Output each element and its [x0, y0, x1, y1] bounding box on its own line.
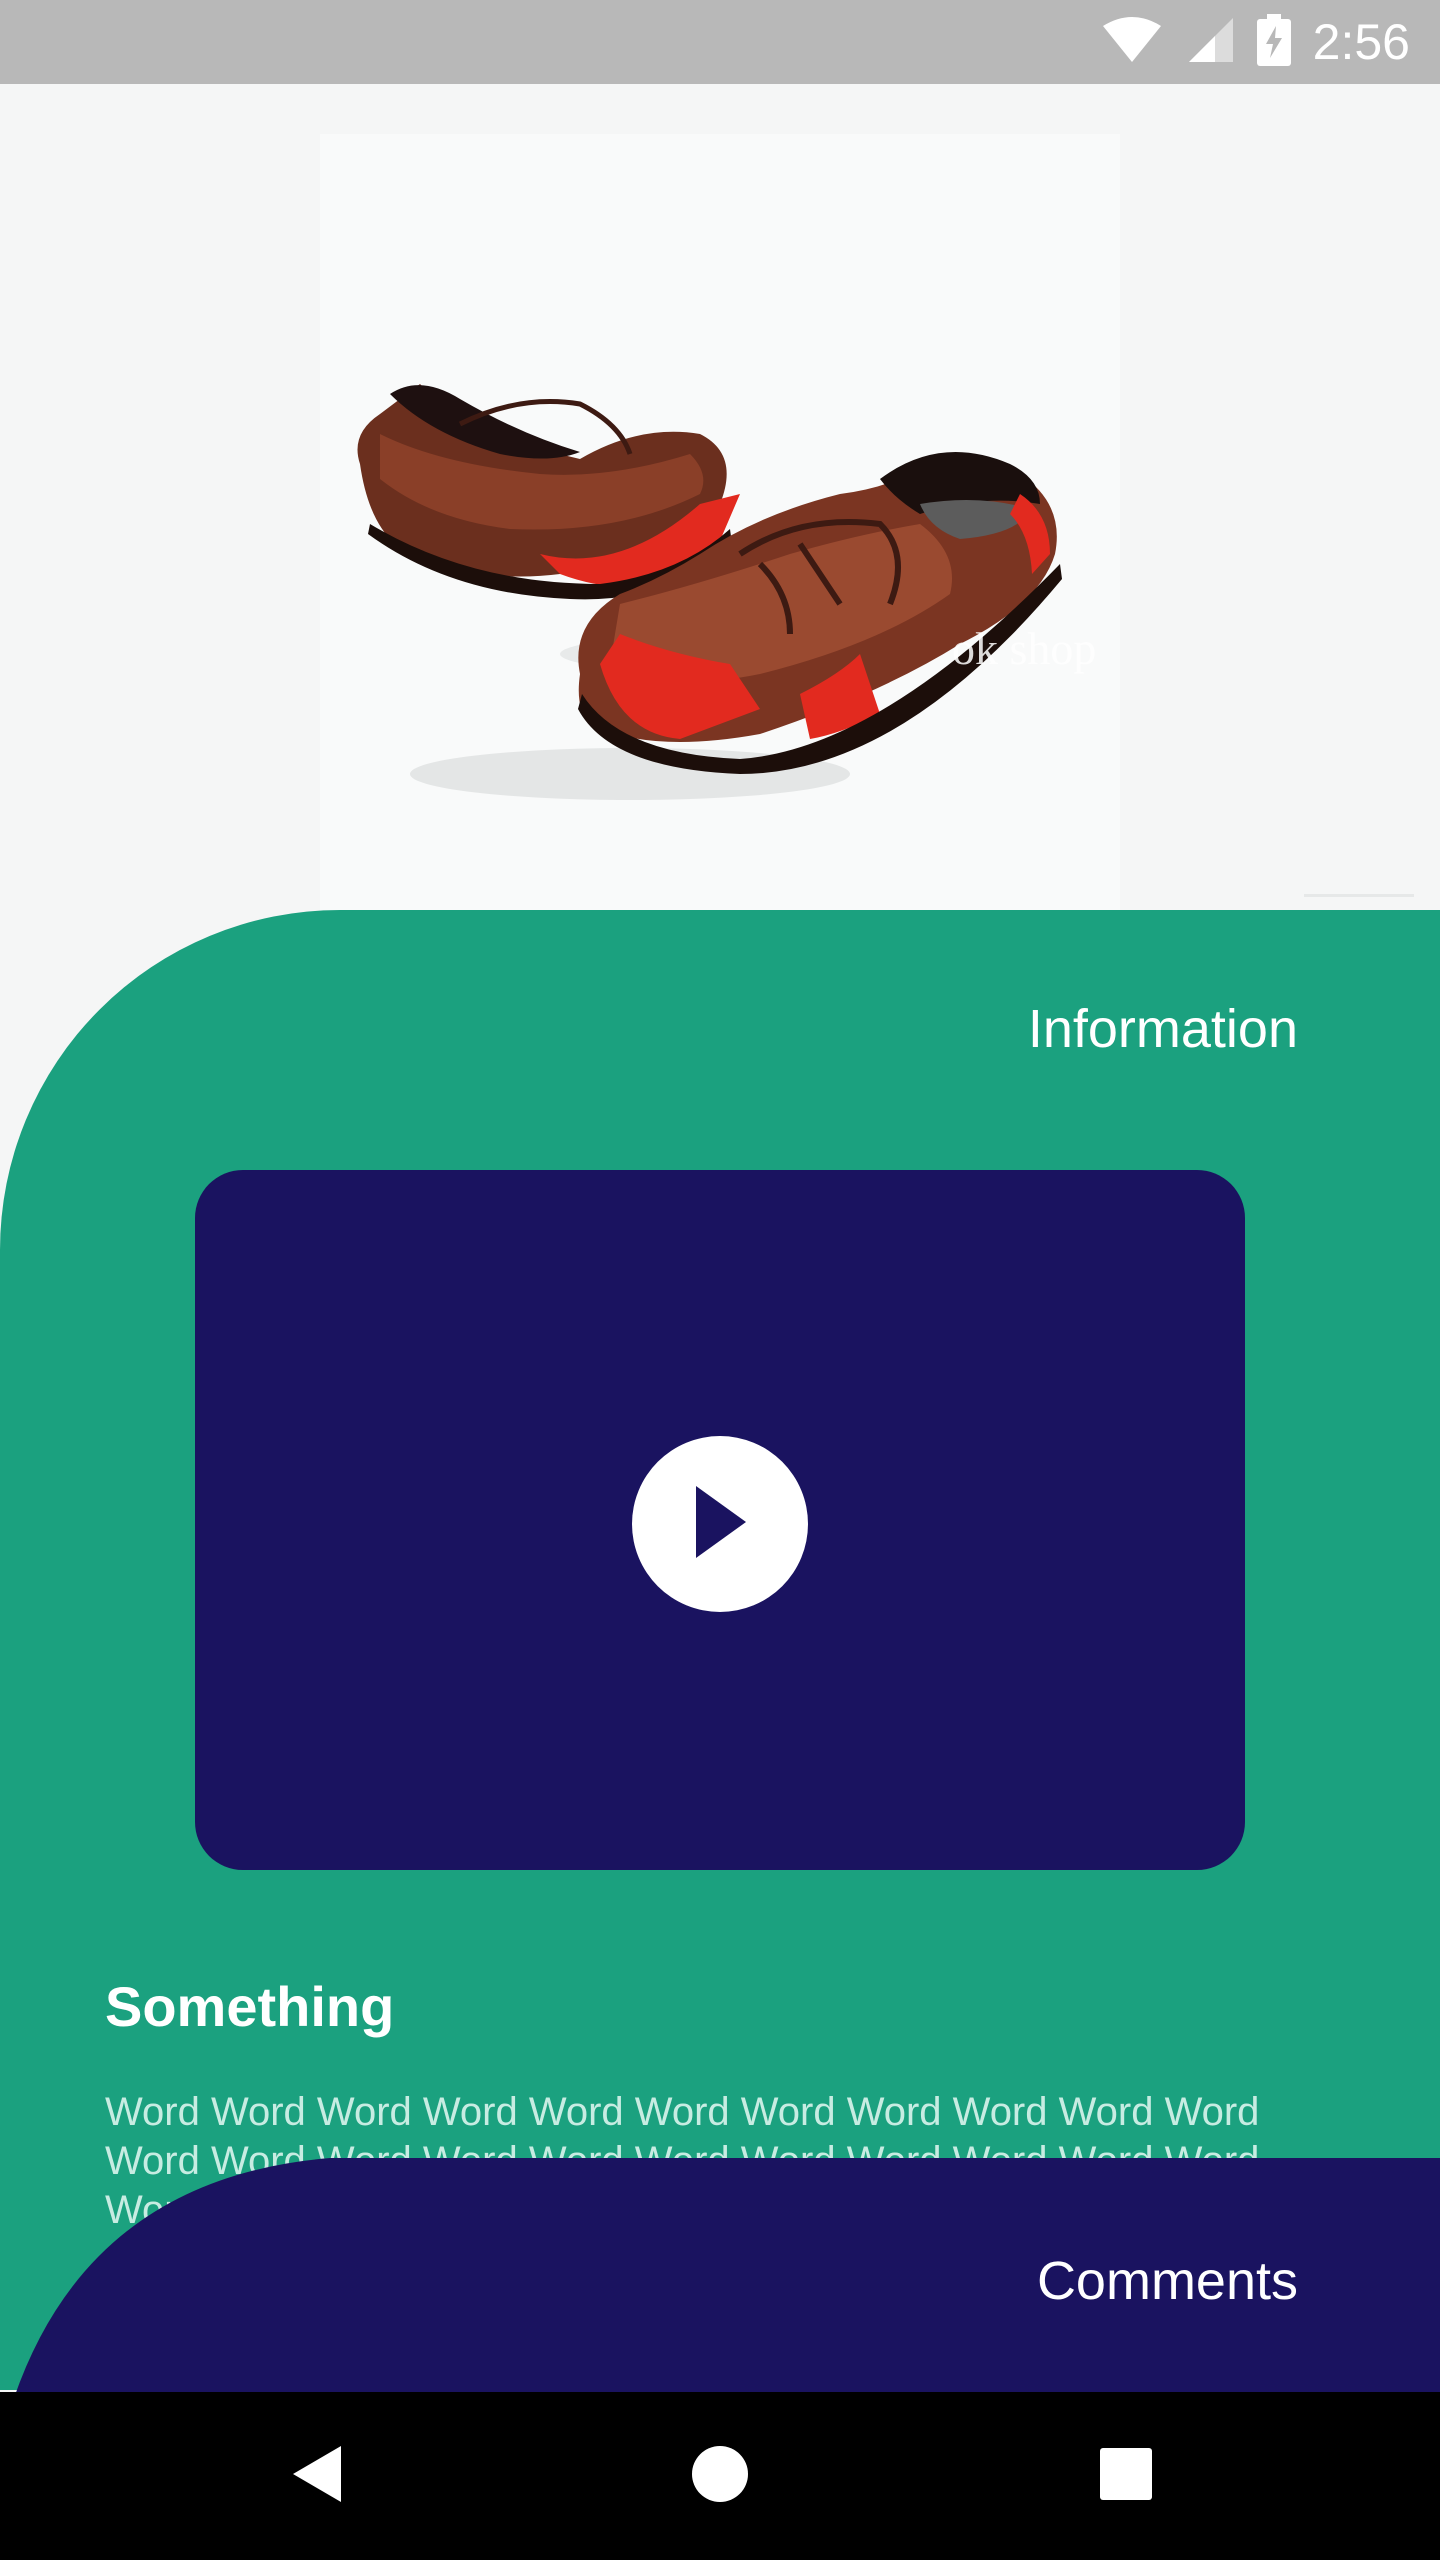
back-button[interactable]	[232, 2392, 400, 2560]
recents-button[interactable]	[1042, 2392, 1210, 2560]
wifi-icon	[1101, 16, 1163, 69]
back-icon	[289, 2444, 343, 2509]
play-button[interactable]	[632, 1436, 808, 1612]
status-time: 2:56	[1312, 14, 1410, 70]
information-title[interactable]: Information	[1028, 998, 1298, 1060]
home-icon	[691, 2445, 749, 2508]
comments-title[interactable]: Comments	[1037, 2250, 1298, 2312]
home-button[interactable]	[636, 2392, 804, 2560]
battery-charging-icon	[1256, 13, 1291, 71]
recents-icon	[1099, 2447, 1153, 2506]
navigation-bar	[0, 2392, 1440, 2560]
status-bar: 2:56	[0, 0, 1440, 84]
status-icons: 2:56	[1101, 0, 1410, 84]
comments-sheet[interactable]: Comments	[0, 2158, 1440, 2398]
signal-icon	[1185, 16, 1235, 69]
section-heading: Something	[105, 1975, 395, 2038]
hero-section: ok shop	[0, 84, 1440, 930]
hero-watermark: ok shop	[952, 623, 1097, 674]
video-player[interactable]	[195, 1170, 1245, 1870]
product-image: ok shop	[320, 134, 1414, 930]
play-icon	[690, 1484, 750, 1565]
